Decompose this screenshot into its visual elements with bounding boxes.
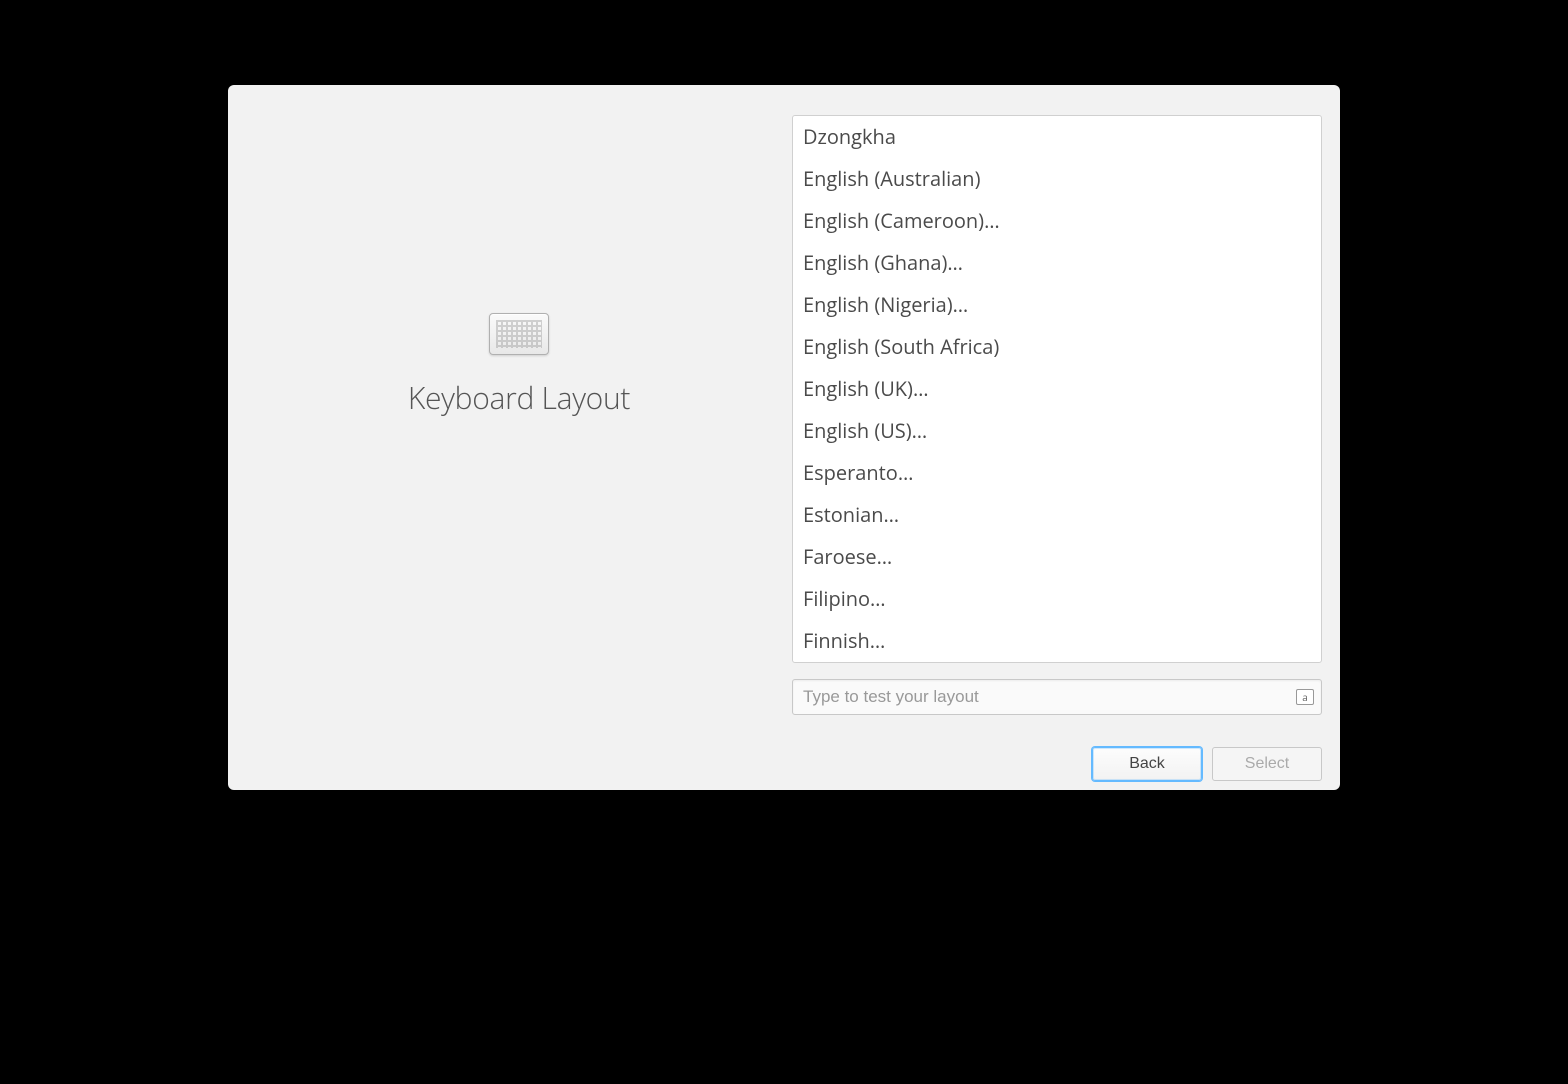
list-item[interactable]: Dzongkha (793, 116, 1321, 158)
list-item[interactable]: Filipino… (793, 578, 1321, 620)
right-panel: Dzongkha English (Australian) English (C… (792, 115, 1322, 715)
back-button[interactable]: Back (1092, 747, 1202, 781)
test-input-wrapper: a (792, 679, 1322, 715)
list-item[interactable]: Estonian… (793, 494, 1321, 536)
list-item[interactable]: English (UK)… (793, 368, 1321, 410)
list-item[interactable]: English (Cameroon)… (793, 200, 1321, 242)
list-item[interactable]: English (South Africa) (793, 326, 1321, 368)
content-area: Keyboard Layout Dzongkha English (Austra… (228, 85, 1340, 715)
page-title: Keyboard Layout (408, 377, 630, 418)
list-item[interactable]: Finnish… (793, 620, 1321, 662)
list-item[interactable]: English (US)… (793, 410, 1321, 452)
installer-window: Keyboard Layout Dzongkha English (Austra… (228, 85, 1340, 790)
list-item[interactable]: Faroese… (793, 536, 1321, 578)
select-button[interactable]: Select (1212, 747, 1322, 781)
list-item[interactable]: English (Nigeria)… (793, 284, 1321, 326)
keyboard-layout-list[interactable]: Dzongkha English (Australian) English (C… (792, 115, 1322, 663)
list-item[interactable]: Esperanto… (793, 452, 1321, 494)
input-method-indicator-icon: a (1296, 689, 1314, 705)
left-panel: Keyboard Layout (246, 115, 792, 715)
button-bar: Back Select (228, 715, 1340, 790)
list-item[interactable]: English (Australian) (793, 158, 1321, 200)
keyboard-icon (489, 313, 549, 355)
list-item[interactable]: English (Ghana)… (793, 242, 1321, 284)
layout-test-input[interactable] (792, 679, 1322, 715)
